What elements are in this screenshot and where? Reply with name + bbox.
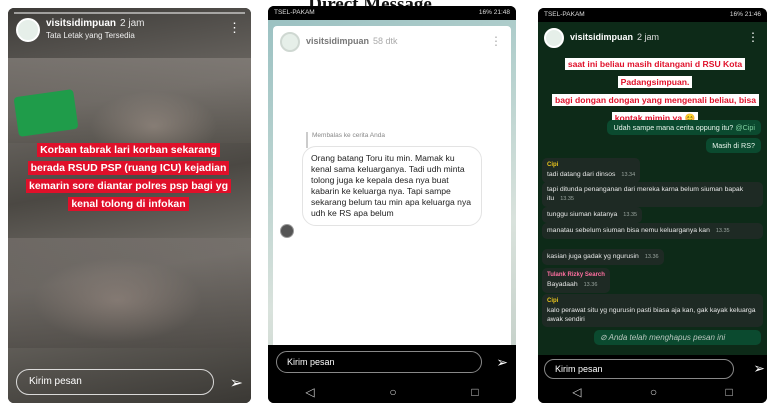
recents-icon[interactable]: □	[726, 385, 733, 399]
send-icon[interactable]: ➢	[753, 360, 765, 377]
more-vertical-icon[interactable]: ⋮	[490, 34, 502, 48]
message-time: 13.36	[644, 254, 659, 260]
reply-context-label: Membalas ke cerita Anda	[312, 132, 385, 139]
message-text: manatau sebelum siuman bisa nemu keluarg…	[547, 227, 710, 234]
sender-name: Cipi	[547, 298, 559, 304]
message-text: kasian juga gadak yg ngurusin	[547, 253, 639, 260]
page: Direct Message visitsidimpuan2 jam Tata …	[0, 0, 767, 403]
sender-avatar	[280, 224, 294, 238]
story-progress-bar	[14, 12, 245, 14]
message-text: tadi datang dari dinsos	[547, 171, 616, 178]
story-screenshot-3: TSEL-PAKAM 16% 21:46 visitsidimpuan 2 jam …	[538, 8, 767, 403]
outgoing-message: Udah sampe mana cerita oppung itu? @Cipi	[607, 120, 761, 135]
caption-top-text: saat ini beliau masih ditangani d RSU Ko…	[564, 58, 746, 88]
reply-quote-bar	[306, 132, 308, 148]
username-text: visitsidimpuan	[46, 18, 117, 29]
reply-input[interactable]: Kirim pesan	[276, 351, 482, 373]
avatar[interactable]	[544, 28, 564, 48]
chat-message: tapi ditunda penanganan dari mereka karn…	[542, 182, 763, 207]
story-screenshot-2: TSEL-PAKAM 16% 21:48 visitsidimpuan 58 dtk…	[268, 6, 516, 403]
username-text: visitsidimpuan	[570, 32, 634, 42]
message-time: 13.35	[623, 212, 638, 218]
chat-message: tunggu siuman katanya 13.35	[542, 207, 643, 223]
post-time: 2 jam	[120, 18, 145, 29]
story-screenshot-1: visitsidimpuan 2 jam Tata Letak yang Ters…	[8, 8, 251, 403]
photo-patient-bottom	[8, 238, 251, 348]
outgoing-message: Masih di RS?	[706, 138, 761, 153]
chat-message: Cipi tadi datang dari dinsos 13.34	[542, 158, 641, 183]
carrier: TSEL-PAKAM	[274, 9, 315, 16]
story-caption: Korban tabrak lari korban sekarang berad…	[22, 140, 235, 212]
mention-tag: @Cipi	[735, 123, 755, 132]
back-icon[interactable]: ◁	[305, 385, 314, 399]
sender-name: Cipi	[547, 162, 559, 168]
chat-message: manatau sebelum siuman bisa nemu keluarg…	[542, 223, 763, 239]
bottom-bar: Kirim pesan ➢ ◁ ○ □	[268, 345, 516, 403]
username-text: visitsidimpuan	[306, 36, 370, 46]
carrier: TSEL-PAKAM	[544, 11, 585, 18]
deleted-text: Anda telah menghapus pesan ini	[608, 333, 726, 342]
deleted-message: ⊘ Anda telah menghapus pesan ini	[594, 330, 761, 345]
photo-green-tray	[13, 89, 79, 137]
bottom-bar: Kirim pesan ➢ ◁ ○ □	[538, 355, 767, 403]
location-tag[interactable]: Tata Letak yang Tersedia	[46, 31, 135, 40]
message-time: 13.35	[715, 228, 730, 234]
chat-message: Cipi kalo perawat situ yg ngurusin pasti …	[542, 294, 763, 327]
message-bubble[interactable]: Orang batang Toru itu min. Mamak ku kena…	[302, 146, 482, 226]
message-time: 13.34	[621, 172, 636, 178]
battery-time: 16% 21:48	[478, 9, 510, 16]
post-time: 58 dtk	[373, 36, 398, 46]
username[interactable]: visitsidimpuan 58 dtk	[306, 36, 398, 46]
recents-icon[interactable]: □	[471, 385, 478, 399]
reply-input[interactable]: Kirim pesan	[544, 359, 734, 379]
message-time: 13.35	[560, 196, 574, 202]
home-icon[interactable]: ○	[650, 385, 657, 399]
send-icon[interactable]: ➢	[230, 373, 243, 393]
home-icon[interactable]: ○	[389, 385, 396, 399]
avatar[interactable]	[16, 18, 40, 42]
battery-time: 16% 21:46	[729, 11, 761, 18]
outgoing-text: Udah sampe mana cerita oppung itu?	[613, 123, 734, 132]
message-text: kalo perawat situ yg ngurusin pasti bias…	[547, 307, 756, 323]
status-bar: TSEL-PAKAM 16% 21:46	[538, 8, 767, 22]
more-vertical-icon[interactable]: ⋮	[228, 20, 241, 36]
caption-top: saat ini beliau masih ditangani d RSU Ko…	[552, 54, 758, 90]
message-text: tunggu siuman katanya	[547, 211, 618, 218]
chat-message: Tulank Rizky Search Bayadaah 13.36	[542, 268, 610, 293]
avatar[interactable]	[280, 32, 300, 52]
message-text: tapi ditunda penanganan dari mereka karn…	[547, 186, 744, 202]
reply-input[interactable]: Kirim pesan	[16, 369, 214, 395]
android-navbar: ◁ ○ □	[538, 381, 767, 403]
post-time: 2 jam	[637, 32, 660, 42]
story-header: visitsidimpuan 2 jam Tata Letak yang Ters…	[16, 16, 243, 46]
send-icon[interactable]: ➢	[496, 354, 508, 371]
chat-message: kasian juga gadak yg ngurusin 13.36	[542, 249, 664, 265]
more-vertical-icon[interactable]: ⋮	[747, 30, 759, 44]
message-text: Bayadaah	[547, 281, 578, 288]
back-icon[interactable]: ◁	[572, 385, 581, 399]
caption-text: Korban tabrak lari korban sekarang berad…	[26, 143, 231, 211]
message-time: 13.36	[583, 282, 598, 288]
status-bar: TSEL-PAKAM 16% 21:48	[268, 6, 516, 20]
username[interactable]: visitsidimpuan 2 jam	[46, 18, 144, 29]
username[interactable]: visitsidimpuan 2 jam	[570, 32, 659, 42]
sender-name: Tulank Rizky Search	[547, 272, 605, 278]
android-navbar: ◁ ○ □	[268, 381, 516, 403]
